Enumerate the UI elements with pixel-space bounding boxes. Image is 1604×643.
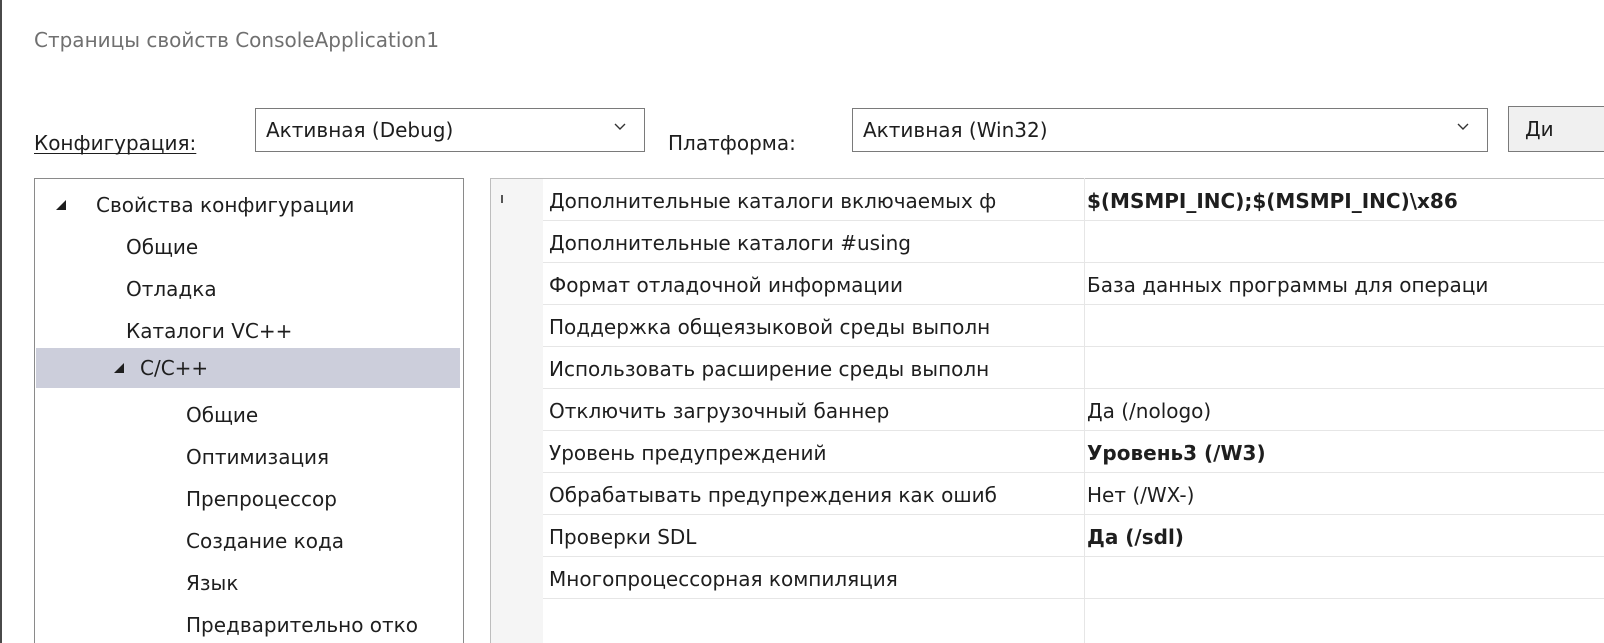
dialog-title: Страницы свойств ConsoleApplication1	[34, 28, 440, 52]
property-row-additional-include-dirs[interactable]: Дополнительные каталоги включаемых ф $(M…	[543, 179, 1604, 221]
property-value[interactable]: Нет (/WX-)	[1087, 483, 1194, 507]
row-marker-icon	[501, 195, 503, 203]
tree-item-cpp-general[interactable]: Общие	[36, 395, 460, 435]
property-name: Дополнительные каталоги включаемых ф	[549, 189, 997, 213]
property-grid[interactable]: Дополнительные каталоги включаемых ф $(M…	[490, 178, 1604, 643]
tree-item-vc-directories[interactable]: Каталоги VC++	[36, 311, 460, 351]
property-value[interactable]: Уровень3 (/W3)	[1087, 441, 1266, 465]
tree-item-label: Создание кода	[186, 529, 345, 553]
configuration-manager-button-label: Ди	[1525, 117, 1554, 141]
property-name: Отключить загрузочный баннер	[549, 399, 890, 423]
property-value[interactable]: $(MSMPI_INC);$(MSMPI_INC)\x86	[1087, 189, 1458, 213]
platform-value: Активная (Win32)	[863, 118, 1048, 142]
tree-item-debugging[interactable]: Отладка	[36, 269, 460, 309]
tree-item-optimization[interactable]: Оптимизация	[36, 437, 460, 477]
tree-item-label: Свойства конфигурации	[96, 193, 355, 217]
property-row-multiprocessor-compilation[interactable]: Многопроцессорная компиляция	[543, 557, 1604, 599]
property-row-suppress-startup-banner[interactable]: Отключить загрузочный баннер Да (/nologo…	[543, 389, 1604, 431]
property-grid-margin	[491, 179, 543, 643]
property-row-additional-using-dirs[interactable]: Дополнительные каталоги #using	[543, 221, 1604, 263]
tree-item-label: Общие	[126, 235, 199, 259]
tree-item-label: Отладка	[126, 277, 217, 301]
configuration-label-text: Конфигурация:	[34, 131, 197, 155]
property-name: Многопроцессорная компиляция	[549, 567, 898, 591]
property-value[interactable]: База данных программы для операци	[1087, 273, 1488, 297]
property-name: Формат отладочной информации	[549, 273, 904, 297]
tree-item-preprocessor[interactable]: Препроцессор	[36, 479, 460, 519]
property-name: Использовать расширение среды выполн	[549, 357, 990, 381]
tree-item-label: Общие	[186, 403, 259, 427]
tree-item-label: Препроцессор	[186, 487, 337, 511]
property-row-consume-winrt-extension[interactable]: Использовать расширение среды выполн	[543, 347, 1604, 389]
configuration-dropdown[interactable]: Активная (Debug)	[255, 108, 645, 152]
configuration-label: Конфигурация:	[34, 131, 196, 155]
tree-item-general[interactable]: Общие	[36, 227, 460, 267]
tree-item-label: C/C++	[140, 356, 209, 380]
property-value[interactable]: Да (/nologo)	[1087, 399, 1211, 423]
property-row-treat-warnings-as-errors[interactable]: Обрабатывать предупреждения как ошиб Нет…	[543, 473, 1604, 515]
tree-item-label: Оптимизация	[186, 445, 330, 469]
platform-label: Платформа:	[668, 131, 796, 155]
tree-item-configuration-properties[interactable]: Свойства конфигурации	[36, 185, 460, 225]
property-row-debug-info-format[interactable]: Формат отладочной информации База данных…	[543, 263, 1604, 305]
expanded-triangle-icon[interactable]	[114, 363, 124, 373]
chevron-down-icon	[614, 123, 626, 130]
property-row-clr-support[interactable]: Поддержка общеязыковой среды выполн	[543, 305, 1604, 347]
tree-item-label: Предварительно отко	[186, 613, 419, 637]
configuration-manager-button[interactable]: Ди	[1508, 106, 1604, 152]
configuration-value: Активная (Debug)	[266, 118, 454, 142]
property-name: Обрабатывать предупреждения как ошиб	[549, 483, 997, 507]
tree-item-language[interactable]: Язык	[36, 563, 460, 603]
property-value[interactable]: Да (/sdl)	[1087, 525, 1184, 549]
tree-item-label: Каталоги VC++	[126, 319, 293, 343]
property-tree[interactable]: Свойства конфигурации Общие Отладка Ката…	[34, 178, 464, 643]
property-name: Дополнительные каталоги #using	[549, 231, 911, 255]
property-name: Проверки SDL	[549, 525, 697, 549]
tree-item-precompiled-headers[interactable]: Предварительно отко	[36, 605, 460, 643]
property-row-sdl-checks[interactable]: Проверки SDL Да (/sdl)	[543, 515, 1604, 557]
expanded-triangle-icon[interactable]	[56, 200, 66, 210]
property-grid-column-divider[interactable]	[1084, 178, 1085, 643]
property-row-warning-level[interactable]: Уровень предупреждений Уровень3 (/W3)	[543, 431, 1604, 473]
property-name: Уровень предупреждений	[549, 441, 827, 465]
window-left-border	[0, 0, 2, 643]
tree-item-label: Язык	[186, 571, 239, 595]
property-name: Поддержка общеязыковой среды выполн	[549, 315, 991, 339]
tree-item-code-generation[interactable]: Создание кода	[36, 521, 460, 561]
chevron-down-icon	[1457, 123, 1469, 130]
platform-dropdown[interactable]: Активная (Win32)	[852, 108, 1488, 152]
tree-item-cpp[interactable]: C/C++	[36, 348, 460, 388]
